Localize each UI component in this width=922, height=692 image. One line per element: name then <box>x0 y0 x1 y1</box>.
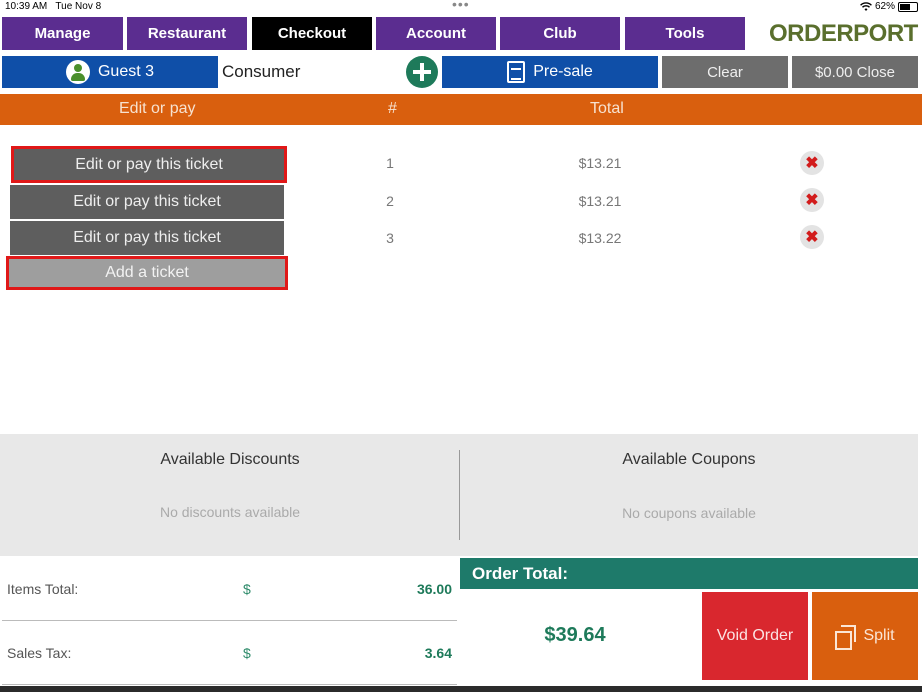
close-icon: ✖ <box>805 229 819 246</box>
coupons-empty: No coupons available <box>622 505 756 521</box>
close-icon: ✖ <box>805 192 819 209</box>
discounts-title: Available Discounts <box>160 451 300 468</box>
promotions-panel: Available Discounts No discounts availab… <box>0 434 918 556</box>
items-total-currency: $ <box>243 581 251 597</box>
orderport-logo: ORDERPORT <box>766 17 918 50</box>
multitask-dots[interactable]: ••• <box>452 0 470 12</box>
wifi-icon <box>860 1 872 11</box>
logo-text: ORDERPORT <box>769 19 918 47</box>
presale-button[interactable]: Pre-sale <box>442 56 658 88</box>
ticket-1-number: 1 <box>386 155 394 171</box>
customer-button[interactable]: Guest 3 <box>2 56 218 88</box>
edit-pay-ticket-2-button[interactable]: Edit or pay this ticket <box>10 185 284 219</box>
add-customer-button[interactable] <box>406 56 438 88</box>
ticket-3-total: $13.22 <box>578 230 622 246</box>
discounts-empty: No discounts available <box>159 504 301 520</box>
sales-tax-currency: $ <box>243 645 251 661</box>
close-icon: ✖ <box>805 155 819 172</box>
battery-icon <box>898 1 918 12</box>
customer-name: Guest 3 <box>97 63 155 80</box>
delete-ticket-1-button[interactable]: ✖ <box>800 151 824 175</box>
order-total-header: Order Total: <box>460 558 918 589</box>
ticket-1-total: $13.21 <box>578 155 622 171</box>
header-number: # <box>388 100 397 117</box>
nav-manage[interactable]: Manage <box>2 17 123 50</box>
summary-divider <box>2 620 457 621</box>
sales-tax-value: 3.64 <box>424 645 452 661</box>
nav-checkout[interactable]: Checkout <box>252 17 372 50</box>
coupons-title: Available Coupons <box>622 451 756 468</box>
nav-restaurant[interactable]: Restaurant <box>127 17 247 50</box>
clear-button[interactable]: Clear <box>662 56 788 88</box>
copy-icon <box>835 625 857 650</box>
user-avatar-icon <box>65 60 90 84</box>
void-order-button[interactable]: Void Order <box>702 592 808 680</box>
edit-pay-ticket-1-button[interactable]: Edit or pay this ticket <box>11 146 287 183</box>
close-button[interactable]: $0.00 Close <box>792 56 918 88</box>
split-label: Split <box>863 627 895 644</box>
ticket-2-total: $13.21 <box>578 193 622 209</box>
bottom-bar <box>0 686 922 692</box>
ticket-header: Edit or pay # Total <box>0 94 922 125</box>
nav-tools[interactable]: Tools <box>625 17 745 50</box>
order-total-value: $39.64 <box>544 624 606 646</box>
split-button[interactable]: Split <box>812 592 918 680</box>
presale-label: Pre-sale <box>533 63 593 80</box>
status-right: 62% <box>860 1 918 12</box>
ticket-2-number: 2 <box>386 193 394 209</box>
nav-account[interactable]: Account <box>376 17 496 50</box>
delete-ticket-2-button[interactable]: ✖ <box>800 188 824 212</box>
header-edit-or-pay: Edit or pay <box>119 100 196 117</box>
status-time: 10:39 AM Tue Nov 8 <box>5 1 102 12</box>
summary-divider-bottom <box>2 684 457 685</box>
items-total-value: 36.00 <box>416 581 452 597</box>
header-total: Total <box>590 100 624 117</box>
sales-tax-label: Sales Tax: <box>7 645 72 661</box>
battery-percent: 62% <box>874 1 895 12</box>
customer-type: Consumer <box>222 62 301 81</box>
promo-divider <box>459 450 460 540</box>
ticket-3-number: 3 <box>386 230 394 246</box>
delete-ticket-3-button[interactable]: ✖ <box>800 225 824 249</box>
add-ticket-button[interactable]: Add a ticket <box>6 256 288 290</box>
edit-pay-ticket-3-button[interactable]: Edit or pay this ticket <box>10 221 284 255</box>
items-total-label: Items Total: <box>7 581 79 597</box>
nav-club[interactable]: Club <box>500 17 620 50</box>
status-bar: 10:39 AM Tue Nov 8 ••• 62% <box>0 0 922 14</box>
document-icon <box>507 61 526 83</box>
plus-icon <box>413 63 431 81</box>
